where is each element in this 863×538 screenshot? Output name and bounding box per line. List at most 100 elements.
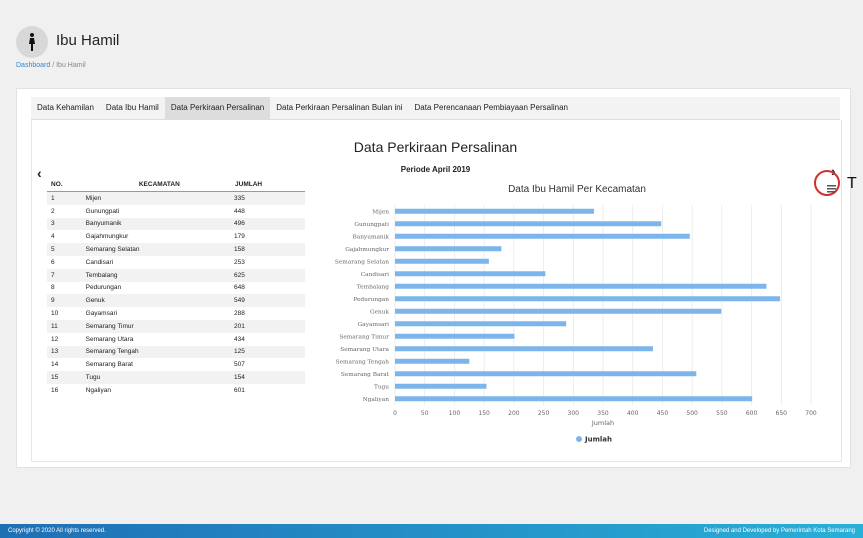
x-tick-label: 600: [746, 410, 758, 417]
cell-kecamatan: Semarang Timur: [77, 319, 235, 333]
y-category-label: Mijen: [372, 209, 389, 215]
content-card: Data Kehamilan Data Ibu Hamil Data Perki…: [16, 88, 857, 468]
cell-no: 7: [47, 268, 78, 282]
table-row: 4 Gajahmungkur 179: [47, 230, 305, 243]
cell-jumlah: 179: [234, 233, 245, 241]
tab-data-perkiraan-persalinan[interactable]: Data Perkiraan Persalinan: [164, 97, 271, 119]
cell-kecamatan: Gunungpati: [85, 207, 120, 215]
bar: [395, 321, 567, 327]
cell-jumlah: 496: [234, 217, 305, 231]
slide-title: Data Perkiraan Persalinan: [353, 139, 518, 155]
cell-jumlah: 125: [234, 345, 305, 359]
table-row: 15 Tugu 154: [47, 371, 305, 384]
x-tick-label: 0: [393, 410, 397, 417]
cell-jumlah: 335: [234, 191, 305, 205]
x-tick-label: 700: [805, 410, 817, 417]
tab-bar: Data Kehamilan Data Ibu Hamil Data Perki…: [31, 97, 840, 120]
cell-no: 13: [47, 345, 78, 359]
col-header-kecamatan: KECAMATAN: [77, 177, 235, 192]
cell-kecamatan: Tugu: [77, 371, 235, 384]
cell-jumlah: 253: [234, 258, 245, 266]
table-row: 14 Semarang Barat 507: [47, 358, 305, 371]
cell-kecamatan: Semarang Tengah: [77, 345, 235, 359]
breadcrumb-dashboard-link[interactable]: Dashboard: [16, 62, 50, 69]
cell-kecamatan: Semarang Barat: [85, 361, 133, 369]
y-category-label: Gayamsari: [358, 322, 390, 328]
bar: [395, 221, 662, 227]
y-category-label: Candisari: [361, 272, 389, 278]
bar: [395, 383, 487, 389]
bar: [395, 271, 546, 277]
y-category-label: Semarang Timur: [339, 334, 389, 340]
chevron-left-icon[interactable]: ‹: [37, 165, 42, 181]
y-category-label: Gunungpati: [354, 222, 389, 228]
y-category-label: Tugu: [374, 384, 389, 390]
cell-jumlah: 201: [234, 319, 305, 333]
footer-credits: Designed and Developed by Pemerintah Kot…: [703, 528, 855, 534]
bar-chart: Data Ibu Hamil Per Kecamatan 0 50 100 150 200…: [335, 184, 817, 444]
table-row: 10 Gayamsari 288: [47, 307, 305, 320]
bar: [395, 296, 781, 302]
cell-kecamatan: Tembalang: [77, 268, 235, 282]
tab-data-perencanaan-pembiayaan-persalinan[interactable]: Data Perencanaan Pembiayaan Persalinan: [409, 97, 574, 119]
legend-label: Jumlah: [584, 436, 612, 444]
y-category-label: Gajahmungkur: [345, 247, 389, 253]
cell-no: 14: [51, 361, 59, 369]
avatar: [16, 26, 48, 58]
x-tick-label: 150: [478, 410, 490, 417]
bar: [395, 346, 653, 352]
tab-data-kehamilan[interactable]: Data Kehamilan: [31, 97, 100, 119]
x-tick-label: 250: [538, 410, 550, 417]
cell-no: 6: [51, 258, 55, 266]
cell-no: 8: [51, 284, 55, 292]
bar: [395, 208, 595, 214]
cell-kecamatan: Mijen: [77, 191, 235, 205]
cell-no: 9: [47, 294, 78, 308]
cell-kecamatan: Gayamsari: [85, 310, 118, 318]
truncated-text: T: [847, 175, 857, 192]
cell-no: 16: [51, 386, 59, 394]
x-tick-label: 450: [657, 410, 669, 417]
table-row: 16 Ngaliyan 601: [47, 384, 305, 397]
table-row: 1 Mijen 335: [47, 191, 305, 205]
y-category-label: Banyumanik: [352, 234, 389, 240]
y-category-label: Semarang Utara: [340, 347, 389, 353]
x-tick-label: 300: [568, 410, 580, 417]
y-category-label: Tembalang: [357, 284, 390, 290]
breadcrumb: Dashboard / Ibu Hamil: [16, 62, 86, 69]
y-category-label: Genuk: [370, 309, 390, 315]
cell-kecamatan: Genuk: [77, 294, 235, 308]
x-tick-label: 200: [508, 410, 520, 417]
pregnant-woman-icon: [29, 33, 35, 51]
bar: [395, 283, 767, 289]
table-row: 7 Tembalang 625: [47, 268, 305, 282]
tab-data-perkiraan-persalinan-bulan-ini[interactable]: Data Perkiraan Persalinan Bulan ini: [270, 97, 408, 119]
breadcrumb-separator: /: [52, 62, 55, 69]
cell-jumlah: 154: [234, 371, 305, 384]
cell-jumlah: 648: [234, 284, 245, 292]
cell-no: 4: [51, 233, 55, 241]
cell-jumlah: 448: [234, 207, 245, 215]
cell-kecamatan: Semarang Utara: [85, 335, 134, 343]
cell-no: 1: [47, 191, 78, 205]
table-row: 12 Semarang Utara 434: [47, 333, 305, 346]
cell-no: 10: [51, 310, 59, 318]
col-header-no: NO.: [47, 177, 78, 192]
table-row: 13 Semarang Tengah 125: [47, 345, 305, 359]
x-tick-label: 500: [686, 410, 698, 417]
page-title: Ibu Hamil: [56, 32, 120, 49]
kecamatan-table: NO. KECAMATAN JUMLAH 1 Mijen 335 2 Gunungpat…: [47, 177, 305, 397]
x-tick-label: 400: [627, 410, 639, 417]
cell-kecamatan: Semarang Selatan: [77, 243, 235, 256]
bar: [395, 371, 697, 377]
table-body: 1 Mijen 335 2 Gunungpati 448 3 Banyumanik 496 4 Ga…: [47, 191, 305, 397]
cell-kecamatan: Pedurungan: [85, 284, 122, 292]
y-category-label: Semarang Selatan: [335, 259, 389, 265]
cell-jumlah: 434: [234, 335, 245, 343]
cell-kecamatan: Candisari: [85, 258, 114, 266]
bar: [395, 233, 690, 239]
table-row: 5 Semarang Selatan 158: [47, 243, 305, 256]
x-tick-label: 50: [421, 410, 429, 417]
bar: [395, 358, 470, 364]
tab-data-ibu-hamil[interactable]: Data Ibu Hamil: [100, 97, 165, 119]
